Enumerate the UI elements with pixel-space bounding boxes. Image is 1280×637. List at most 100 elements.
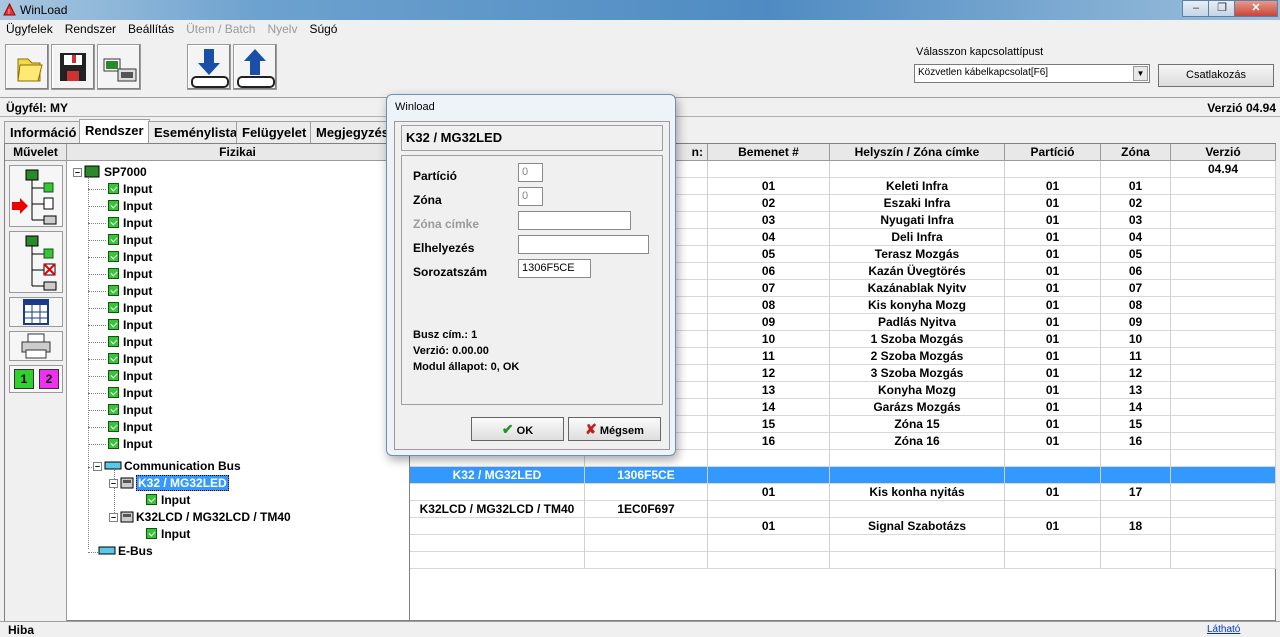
- cell-ver: [1171, 297, 1276, 314]
- table-row[interactable]: [410, 552, 1276, 569]
- tree-input[interactable]: Input: [88, 436, 152, 453]
- tree-input[interactable]: Input: [88, 266, 152, 283]
- cell-zona: 03: [1101, 212, 1171, 229]
- cancel-button[interactable]: ✘ Mégsem: [568, 417, 661, 441]
- tree-input[interactable]: Input: [88, 385, 152, 402]
- cell-ver: 04.94: [1171, 161, 1276, 178]
- add-module-button[interactable]: [9, 165, 63, 227]
- cell-ver: [1171, 246, 1276, 263]
- tab-megjegyzes[interactable]: Megjegyzés: [310, 121, 390, 143]
- cell-zona: [1101, 501, 1171, 518]
- tree-input[interactable]: Input: [88, 317, 152, 334]
- tree-input[interactable]: Input: [88, 368, 152, 385]
- cell-part: 01: [1005, 212, 1101, 229]
- minimize-button[interactable]: –: [1182, 0, 1210, 17]
- cell-bem: 01: [708, 518, 830, 535]
- cell-a: [410, 535, 585, 552]
- tree-k32-module[interactable]: – K32 / MG32LED: [109, 475, 229, 492]
- tree-input[interactable]: Input: [88, 215, 152, 232]
- table-row[interactable]: K32 / MG32LED 1306F5CE: [410, 467, 1276, 484]
- menu-sugo[interactable]: Súgó: [303, 20, 343, 36]
- tree-input[interactable]: Input: [88, 334, 152, 351]
- cell-ver: [1171, 484, 1276, 501]
- download-button[interactable]: [187, 44, 231, 90]
- cell-part: 01: [1005, 416, 1101, 433]
- particio-input[interactable]: 0: [518, 163, 543, 182]
- cell-hely: Kazán Üvegtörés: [830, 263, 1005, 280]
- table-view-button[interactable]: [9, 297, 63, 327]
- collapse-icon[interactable]: –: [93, 462, 102, 471]
- connect-button[interactable]: Csatlakozás: [1158, 64, 1274, 87]
- tree-input[interactable]: Input: [88, 419, 152, 436]
- tab-rendszer[interactable]: Rendszer: [79, 119, 150, 143]
- table-row[interactable]: 01 Signal Szabotázs 01 18: [410, 518, 1276, 535]
- table-row[interactable]: 01 Kis konha nyitás 01 17: [410, 484, 1276, 501]
- cell-bem: 05: [708, 246, 830, 263]
- menu-utem-batch[interactable]: Ütem / Batch: [180, 20, 261, 36]
- input-check-icon: [108, 353, 119, 364]
- cell-bem: 10: [708, 331, 830, 348]
- collapse-icon[interactable]: –: [109, 513, 118, 522]
- tree-input[interactable]: Input: [88, 181, 152, 198]
- cell-hely: Kis konyha Mozg: [830, 297, 1005, 314]
- menu-rendszer[interactable]: Rendszer: [59, 20, 122, 36]
- print-button[interactable]: [9, 331, 63, 361]
- table-row[interactable]: [410, 535, 1276, 552]
- tree-delete-icon: [25, 235, 57, 291]
- tab-esemenylista[interactable]: Eseménylista: [148, 121, 244, 143]
- zona-cimke-label: Zóna címke: [413, 217, 480, 231]
- tree-input[interactable]: Input: [88, 232, 152, 249]
- open-folder-button[interactable]: [5, 44, 49, 90]
- save-disk-button[interactable]: [51, 44, 95, 90]
- ok-button[interactable]: ✔ OK: [471, 417, 564, 441]
- connect-computer-button[interactable]: [97, 44, 141, 90]
- page-1-button[interactable]: 1: [14, 369, 34, 389]
- tree-comm-bus[interactable]: – Communication Bus: [93, 458, 241, 475]
- chevron-down-icon[interactable]: ▼: [1133, 66, 1148, 81]
- tree-input[interactable]: Input: [88, 249, 152, 266]
- cell-bem: 04: [708, 229, 830, 246]
- app-icon: !: [3, 2, 16, 16]
- cell-bem: 06: [708, 263, 830, 280]
- collapse-icon[interactable]: –: [73, 168, 82, 177]
- tab-informacio[interactable]: Információ: [4, 121, 83, 143]
- cell-ver: [1171, 416, 1276, 433]
- tree-k32lcd-module[interactable]: – K32LCD / MG32LCD / TM40: [109, 509, 291, 526]
- sorozatszam-input[interactable]: 1306F5CE: [518, 259, 591, 278]
- cell-bem: 01: [708, 484, 830, 501]
- tree-k32lcd-input[interactable]: Input: [146, 526, 190, 543]
- maximize-button[interactable]: ❐: [1208, 0, 1236, 17]
- zona-input[interactable]: 0: [518, 187, 543, 206]
- tree-input[interactable]: Input: [88, 283, 152, 300]
- elhelyezes-input[interactable]: [518, 235, 649, 254]
- status-text: Hiba: [8, 623, 35, 637]
- cell-bem: [708, 161, 830, 178]
- close-button[interactable]: ✕: [1234, 0, 1278, 17]
- menu-beallitas[interactable]: Beállítás: [122, 20, 180, 36]
- tree-input[interactable]: Input: [88, 402, 152, 419]
- physical-tree: – SP7000 Input Input Input Input Input Input In…: [68, 161, 408, 621]
- table-row[interactable]: K32LCD / MG32LCD / TM40 1EC0F697: [410, 501, 1276, 518]
- visible-link[interactable]: Látható: [1207, 624, 1240, 635]
- tree-input[interactable]: Input: [88, 300, 152, 317]
- tree-k32-input[interactable]: Input: [146, 492, 190, 509]
- tree-ebus[interactable]: E-Bus: [98, 543, 153, 560]
- page-2-button[interactable]: 2: [39, 369, 59, 389]
- cell-part: 01: [1005, 331, 1101, 348]
- tree-input[interactable]: Input: [88, 198, 152, 215]
- tree-input[interactable]: Input: [88, 351, 152, 368]
- collapse-icon[interactable]: –: [109, 479, 118, 488]
- cell-b: [585, 484, 708, 501]
- menu-nyelv[interactable]: Nyelv: [261, 20, 303, 36]
- connection-type-select[interactable]: Közvetlen kábelkapcsolat[F6] ▼: [914, 64, 1150, 83]
- panel-version: Verzió 04.94: [1207, 101, 1276, 115]
- cell-zona: 08: [1101, 297, 1171, 314]
- menu-ugyfelek[interactable]: Ügyfelek: [0, 20, 59, 36]
- delete-module-button[interactable]: [9, 231, 63, 293]
- elhelyezes-label: Elhelyezés: [413, 241, 475, 255]
- input-check-icon: [108, 370, 119, 381]
- tree-root[interactable]: – SP7000: [73, 164, 147, 181]
- upload-button[interactable]: [233, 44, 277, 90]
- zona-cimke-input[interactable]: [518, 211, 631, 230]
- tab-felugyelet[interactable]: Felügyelet: [236, 121, 313, 143]
